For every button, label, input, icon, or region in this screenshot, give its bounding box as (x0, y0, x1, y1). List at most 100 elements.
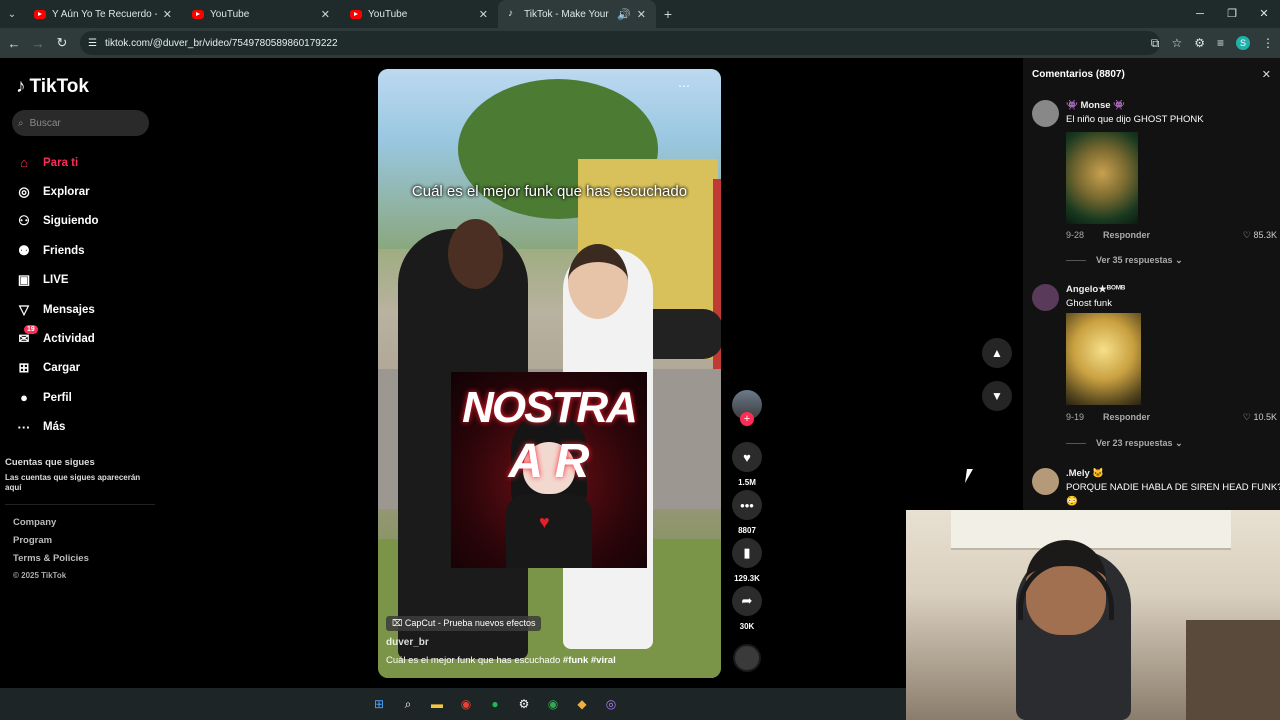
webcam-shelf (1186, 620, 1280, 720)
extensions-icon[interactable]: ⚙ (1194, 36, 1205, 50)
video-username[interactable]: duver_br (386, 637, 429, 648)
comment-action[interactable]: ••• 8807 (732, 490, 762, 538)
footer-link-program[interactable]: Program (13, 535, 89, 553)
browser-tab-bar: ⌄ Y Aún Yo Te Recuerdo - YouTube ✕ YouTu… (0, 0, 1280, 28)
reload-icon[interactable]: ↻ (50, 35, 74, 51)
install-app-icon[interactable]: ⧉ (1151, 36, 1160, 51)
save-action[interactable]: ▮ 129.3K (732, 538, 762, 586)
tab-label: Y Aún Yo Te Recuerdo - YouTube (52, 8, 157, 20)
album-art-overlay: ♥ NOSTRA A R (451, 372, 647, 568)
media-control-icon[interactable]: ≡ (1217, 36, 1224, 50)
view-replies-button[interactable]: Ver 23 respuestas ⌄ (1066, 438, 1183, 449)
chrome-alt-icon[interactable]: ◉ (544, 695, 562, 713)
comment-author[interactable]: Angelo★ᴮᴼᴹᴮ (1066, 284, 1125, 295)
sidebar-item-cargar[interactable]: ⊞ Cargar (16, 354, 156, 383)
reply-button[interactable]: Responder (1103, 412, 1150, 422)
minimize-icon[interactable]: ─ (1184, 0, 1216, 28)
tab-youtube-2[interactable]: YouTube ✕ (182, 0, 340, 28)
share-action[interactable]: ➦ 30K (732, 586, 762, 634)
speaker-icon[interactable]: 🔊 (617, 8, 631, 21)
spotify-icon[interactable]: ● (486, 695, 504, 713)
tab-youtube-3[interactable]: YouTube ✕ (340, 0, 498, 28)
settings-icon[interactable]: ⚙ (515, 695, 533, 713)
sidebar-item-para-ti[interactable]: ⌂ Para ti (16, 148, 156, 177)
like-action[interactable]: ♥ 1.5M (732, 442, 762, 490)
windows-taskbar: ⊞ ⌕ ▬ ◉ ● ⚙ ◉ ◆ ◎ (0, 688, 906, 720)
file-explorer-icon[interactable]: ▬ (428, 695, 446, 713)
music-disc-icon[interactable] (733, 644, 761, 672)
bookmark-icon[interactable]: ▮ (732, 538, 762, 568)
comment-author[interactable]: .Mely 🐱 (1066, 468, 1104, 479)
profile-avatar[interactable]: S (1236, 36, 1250, 50)
search-icon[interactable]: ⌕ (399, 695, 417, 713)
close-tab-icon[interactable]: ✕ (163, 8, 172, 21)
sidebar-item-mas[interactable]: ··· Más (16, 413, 156, 442)
sidebar-item-live[interactable]: ▣ LIVE (16, 266, 156, 295)
comment-icon[interactable]: ••• (732, 490, 762, 520)
following-icon: ⚇ (18, 213, 30, 229)
comment-text: PORQUE NADIE HABLA DE SIREN HEAD FUNK? (1066, 482, 1280, 493)
capcut-effect-label[interactable]: ⌧ CapCut - Prueba nuevos efectos (386, 616, 542, 631)
video-hashtags[interactable]: #funk #viral (563, 655, 616, 666)
chrome-icon[interactable]: ◉ (457, 695, 475, 713)
tab-search-icon[interactable]: ⌄ (0, 0, 24, 28)
tiktok-logo[interactable]: ♪ TikTok (16, 76, 89, 98)
footer-link-terms[interactable]: Terms & Policies (13, 553, 89, 571)
video-more-icon[interactable]: ⋯ (678, 79, 690, 93)
live-icon: ▣ (17, 272, 31, 288)
comment-text: El niño que dijo GHOST PHONK (1066, 114, 1204, 125)
home-icon: ⌂ (20, 155, 28, 171)
follow-plus-icon[interactable]: + (740, 412, 754, 426)
comments-header: Comentarios (8807) (1032, 69, 1125, 80)
tab-tiktok[interactable]: ♪ TikTok - Make Your Day 🔊 ✕ (498, 0, 656, 28)
comment-avatar[interactable] (1032, 284, 1059, 311)
close-tab-icon[interactable]: ✕ (479, 8, 488, 21)
sidebar-item-friends[interactable]: ⚉ Friends (16, 236, 156, 265)
windows-start-icon[interactable]: ⊞ (370, 695, 388, 713)
close-tab-icon[interactable]: ✕ (321, 8, 330, 21)
sidebar-item-perfil[interactable]: ● Perfil (16, 383, 156, 412)
share-icon[interactable]: ➦ (732, 586, 762, 616)
video-player[interactable]: ⋯ Cuál es el mejor funk que has escuchad… (378, 69, 721, 678)
url-field[interactable]: ☰ tiktok.com/@duver_br/video/75497805898… (80, 31, 1160, 55)
close-tab-icon[interactable]: ✕ (637, 8, 646, 21)
creator-avatar[interactable]: + (732, 390, 762, 426)
search-placeholder: Buscar (29, 117, 61, 129)
sidebar-item-mensajes[interactable]: ▽ Mensajes (16, 295, 156, 324)
tab-youtube-song[interactable]: Y Aún Yo Te Recuerdo - YouTube ✕ (24, 0, 182, 28)
sidebar-item-siguiendo[interactable]: ⚇ Siguiendo (16, 207, 156, 236)
obs-icon[interactable]: ◎ (602, 695, 620, 713)
sidebar-item-explorar[interactable]: ◎ Explorar (16, 177, 156, 206)
comment-item: 👾 Monse 👾 El niño que dijo GHOST PHONK 9… (1032, 100, 1277, 270)
comment-image-brain[interactable] (1066, 132, 1138, 224)
heart-icon: ♥ (539, 512, 550, 532)
previous-video-button[interactable]: ▲ (982, 338, 1012, 368)
comment-author[interactable]: 👾 Monse 👾 (1066, 100, 1125, 111)
menu-icon[interactable]: ⋮ (1262, 36, 1274, 50)
forward-icon[interactable]: → (26, 36, 50, 51)
site-info-icon[interactable]: ☰ (88, 38, 97, 49)
next-video-button[interactable]: ▼ (982, 381, 1012, 411)
view-replies-button[interactable]: Ver 35 respuestas ⌄ (1066, 255, 1183, 266)
comment-avatar[interactable] (1032, 100, 1059, 127)
sidebar-item-actividad[interactable]: ✉ 19 Actividad (16, 324, 156, 353)
comment-likes[interactable]: ♡ 85.3K (1243, 230, 1277, 241)
comment-avatar[interactable] (1032, 468, 1059, 495)
app-icon[interactable]: ◆ (573, 695, 591, 713)
back-icon[interactable]: ← (2, 36, 26, 51)
close-icon[interactable]: ✕ (1262, 68, 1271, 81)
search-input[interactable]: ⌕ Buscar (12, 110, 149, 136)
profile-icon: ● (20, 390, 28, 406)
bookmark-star-icon[interactable]: ☆ (1171, 36, 1182, 50)
close-window-icon[interactable]: ✕ (1248, 0, 1280, 28)
comment-likes[interactable]: ♡ 10.5K (1243, 412, 1277, 423)
footer-link-company[interactable]: Company (13, 517, 89, 535)
restore-icon[interactable]: ❐ (1216, 0, 1248, 28)
search-icon: ⌕ (18, 117, 24, 129)
effect-label-text: CapCut - Prueba nuevos efectos (404, 618, 536, 628)
comment-image-golden-figure[interactable] (1066, 313, 1141, 405)
reply-button[interactable]: Responder (1103, 230, 1150, 240)
new-tab-button[interactable]: + (656, 6, 680, 22)
heart-icon[interactable]: ♥ (732, 442, 762, 472)
sidebar-item-label: Mensajes (43, 303, 95, 316)
